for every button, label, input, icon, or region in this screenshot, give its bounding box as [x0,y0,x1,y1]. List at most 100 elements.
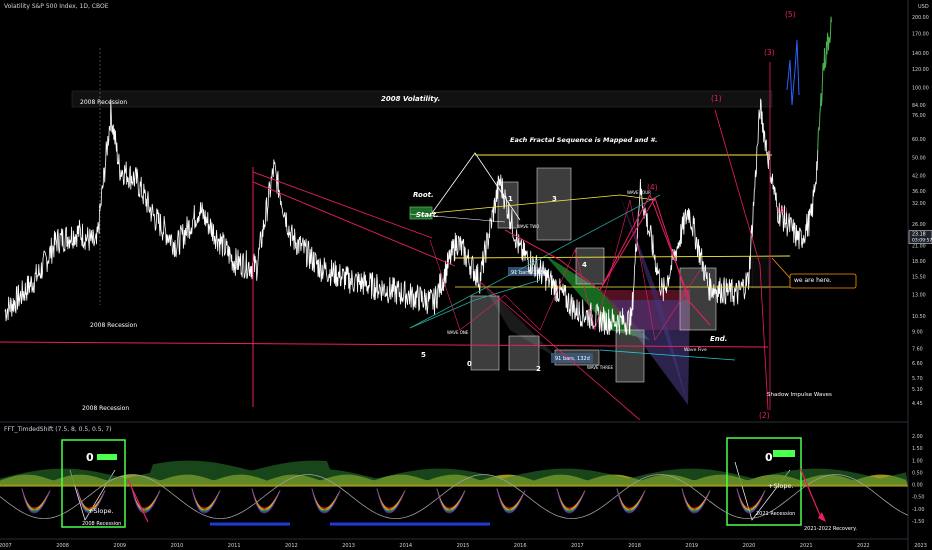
slope-left: +Slope. [88,507,114,515]
wave-three-label: WAVE THREE [587,365,614,370]
time-tick-2023: 2023 [914,543,927,549]
fractal-box-5 [615,329,645,383]
osc-zero-marker-left [97,454,117,460]
recovery-label: 2021-2022 Recovery. [804,526,857,532]
start-label: Start. [416,211,439,219]
price-tick-21: 6.60 [912,361,923,367]
bars-range-a: 91 bars, 132d [511,270,546,276]
indicator-tick-1: 1.50 [912,446,923,452]
volatility-banner-label: 2008 Volatility. [381,95,440,103]
osc-blue-bar-1 [210,522,290,526]
time-tick-2016: 2016 [514,543,527,549]
time-tick-2021: 2021 [800,543,813,549]
fractal-number-0: 0 [467,360,472,368]
price-tick-18: 10.50 [912,314,926,320]
time-tick-2022: 2022 [857,543,870,549]
indicator-tick-4: 0.00 [912,483,923,489]
price-tick-8: 50.00 [912,156,926,162]
time-tick-2019: 2019 [685,543,698,549]
indicator-header[interactable]: FFT_TimdedShift (7.5, 8, 0.5, 0.5, 7) [4,426,112,433]
shadow-impulse-label: Shadow Impulse Waves [767,392,832,398]
price-tick-2: 140.00 [912,51,929,57]
end-label: End. [710,335,727,343]
wave-label-4b: (4) [777,206,788,215]
wave-label-4a: (4) [647,183,658,192]
fractal-number-1: 1 [508,195,513,203]
chart-canvas[interactable]: USD200.00170.00140.00120.00100.0084.0076… [0,0,932,550]
fractal-number-2: 2 [536,365,541,373]
fractal-note: Each Fractal Sequence is Mapped and #. [510,136,657,144]
time-tick-2017: 2017 [571,543,584,549]
time-tick-2009: 2009 [113,543,126,549]
osc-recession-right: 2021 Recession [756,511,795,517]
time-tick-2010: 2010 [171,543,184,549]
osc-zero-left: 0 [86,451,94,464]
fractal-box-6 [679,267,717,331]
last-price-value: 23.18 [912,232,926,238]
wave-label-1: (1) [711,94,722,103]
indicator-tick-7: -1.50 [912,519,924,525]
osc-zero-right: 0 [765,451,773,464]
price-tick-11: 32.00 [912,201,926,207]
price-tick-24: 4.45 [912,401,923,407]
price-tick-10: 36.00 [912,189,926,195]
root-label: Root. [413,191,434,199]
recession-label-top: 2008 Recession [80,99,127,106]
price-tick-23: 5.10 [912,387,923,393]
osc-blue-bar-2 [330,522,490,526]
time-tick-2012: 2012 [285,543,298,549]
wave-two-label: WAVE TWO [517,224,539,229]
time-tick-2011: 2011 [228,543,241,549]
price-tick-16: 15.50 [912,274,926,280]
fractal-number-3: 3 [552,195,557,203]
price-tick-1: 170.00 [912,31,929,37]
fractal-box-4 [575,247,605,285]
time-tick-2015: 2015 [457,543,470,549]
price-tick-15: 18.00 [912,259,926,265]
price-tick-7: 60.00 [912,137,926,143]
price-tick-3: 120.00 [912,67,929,73]
fractal-number-4: 4 [582,261,587,269]
wave-label-2: (2) [759,411,770,420]
price-tick-0: 200.00 [912,15,929,21]
price-tick-9: 42.00 [912,173,926,179]
time-tick-2007: 2007 [0,543,12,549]
osc-recession-left: 2008 Recession [82,521,121,527]
price-tick-5: 84.00 [912,103,926,109]
indicator-tick-6: -1.00 [912,507,924,513]
fractal-box-0 [470,295,500,371]
price-tick-12: 26.00 [912,222,926,228]
price-tick-14: 21.00 [912,244,926,250]
wave-label-3: (3) [764,48,775,57]
price-tick-6: 76.00 [912,113,926,119]
bar-countdown: 03:09:57 [912,238,932,244]
currency-label: USD [918,4,929,10]
indicator-tick-0: 2.00 [912,434,923,440]
price-tick-4: 100.00 [912,85,929,91]
time-tick-2008: 2008 [56,543,69,549]
fractal-box-1 [508,335,540,371]
wave-label-5: (5) [785,10,796,19]
price-tick-20: 7.60 [912,347,923,353]
bars-range-b: 91 bars, 132d [555,356,590,362]
price-tick-19: 9.00 [912,330,923,336]
indicator-tick-2: 1.00 [912,458,923,464]
time-tick-2018: 2018 [628,543,641,549]
time-tick-2013: 2013 [342,543,355,549]
indicator-tick-3: 0.50 [912,470,923,476]
recession-label-mid: 2008 Recession [90,322,137,329]
recession-label-low: 2008 Recession [82,405,129,412]
indicator-tick-5: -0.50 [912,495,924,501]
slope-right: +Slope. [768,482,794,490]
wave-five-label: Wave Five [684,347,707,353]
wave-one-label: WAVE ONE [447,330,469,335]
osc-zero-marker-right [773,450,795,457]
time-tick-2020: 2020 [743,543,756,549]
fractal-box-2 [536,167,572,241]
fractal-number-5: 5 [421,351,426,359]
symbol-header[interactable]: Volatility S&P 500 Index, 1D, CBOE [4,3,109,10]
price-tick-17: 13.00 [912,292,926,298]
we-are-here-label: we are here. [794,277,832,284]
time-tick-2014: 2014 [399,543,412,549]
price-tick-22: 5.70 [912,376,923,382]
